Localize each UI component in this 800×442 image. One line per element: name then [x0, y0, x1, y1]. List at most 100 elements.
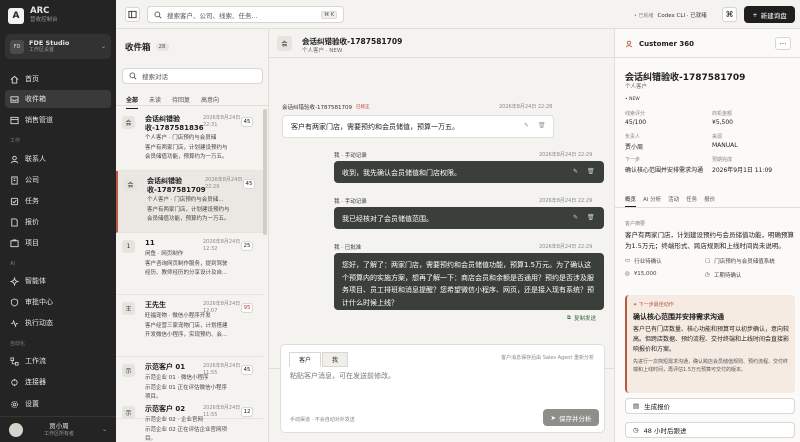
list-item[interactable]: 王 王先生 2026年8月24日 12:07 95 旺福宠物 · 微信小程序开发… — [116, 295, 263, 357]
list-item[interactable]: 示 示范客户 02 2026年8月24日 11:55 12 示范企业 02 · … — [116, 399, 263, 442]
conversation-preview: 客户咨询网页制作服务，提到驾驶 — [145, 261, 228, 267]
conversation-subtitle: 个人客户 · NEW — [302, 48, 343, 54]
sidebar-item-inbox[interactable]: 收件箱 — [5, 90, 111, 108]
conversation-meta: 示范企业 02 · 企业官网 — [145, 417, 203, 423]
more-button[interactable]: ··· — [775, 37, 791, 50]
tag-label: 工期待确认 — [713, 273, 742, 279]
edit-icon[interactable]: ✎ — [573, 214, 578, 221]
tab-unread[interactable]: 未读 — [149, 95, 161, 109]
global-search-input[interactable]: 搜索客户、公司、线索、任务... ⌘ K — [147, 6, 344, 23]
sidebar: A ARC 营收控制台 FD FDE Studio 工作区设置 ⌄ 首页 收件箱… — [0, 0, 116, 442]
sidebar-item-projects[interactable]: 项目 — [5, 234, 111, 252]
tab-awaiting-reply[interactable]: 待回复 — [172, 95, 190, 109]
trash-icon[interactable]: 🗑 — [587, 214, 595, 221]
tab-all[interactable]: 全部 — [126, 95, 139, 109]
field-label: 负责人 — [625, 134, 641, 140]
tools-button[interactable]: ⌘ — [722, 7, 737, 22]
sidebar-item-label: 联系人 — [25, 155, 46, 163]
sidebar-item-quotes[interactable]: 报价 — [5, 213, 111, 231]
field-value: MANUAL — [712, 142, 738, 149]
workspace-name: FDE Studio — [29, 39, 70, 47]
sidebar-item-tasks[interactable]: 任务 — [5, 192, 111, 210]
sidebar-item-companies[interactable]: 公司 — [5, 171, 111, 189]
brand-logo: A — [8, 7, 24, 24]
edit-icon[interactable]: ✎ — [524, 122, 529, 129]
conversation-meta: 闲鱼 · 网页制作 — [145, 251, 184, 257]
conversation-panel: 会 会话纠错验收-1787581709 个人客户 · NEW 会话纠错验收-17… — [269, 29, 615, 442]
new-inquiry-button[interactable]: + 新建询盘 — [744, 6, 795, 23]
tab-overview[interactable]: 概览 — [625, 195, 637, 207]
conversation-search-input[interactable]: 搜索对话 — [122, 68, 263, 84]
incoming-message: 客户有两家门店，需要预约和会员储值，预算一万五。 — [282, 115, 554, 138]
sidebar-item-pipeline[interactable]: 销售管道 — [5, 111, 111, 129]
sidebar-item-label: 连接器 — [25, 378, 46, 386]
conversation-preview: 示范企业 01 正在评估微信小程序 — [145, 385, 227, 391]
tab-me[interactable]: 我 — [322, 352, 349, 367]
sidebar-toggle-button[interactable] — [125, 7, 140, 22]
tab-tasks[interactable]: 任务 — [686, 195, 697, 207]
sidebar-item-connectors[interactable]: 连接器 — [5, 373, 111, 391]
score-badge: 95 — [241, 303, 253, 313]
tab-ai-analysis[interactable]: AI 分析 — [643, 195, 661, 207]
copy-send-button[interactable]: ⧉ 复制发送 — [567, 314, 596, 323]
nav-section-label: 自动化 — [10, 341, 26, 347]
timeline-tag: ◷ 工期待确认 — [705, 271, 741, 279]
conversation-name: 会话纠错验收-1787581709 — [147, 177, 206, 194]
tab-high-intent[interactable]: 高意向 — [201, 95, 219, 109]
search-icon — [129, 72, 137, 80]
message-time: 2026年8月24日 22:28 — [499, 104, 553, 110]
conversation-preview: 客户有两家门店，计划建设预约与 — [145, 145, 228, 151]
product-tag: ▢ 门店预约与会员储值系统 — [705, 257, 775, 265]
copy-icon: ⧉ — [567, 314, 571, 321]
list-item[interactable]: 会 会话纠错验收-1787581836 2026年8月24日 22:31 45 … — [116, 109, 263, 171]
tab-customer[interactable]: 客户 — [289, 352, 322, 367]
list-item[interactable]: 会 会话纠错验收-1787581709 2026年8月24日 22:29 45 … — [116, 171, 263, 233]
activity-icon — [10, 319, 19, 327]
outgoing-message: 您好，了解了：两家门店，需要预约和会员储值功能，预算1.5万元。为了确认这个预算… — [334, 253, 604, 310]
composer-role-tabs: 客户 我 — [289, 352, 349, 367]
tab-quotes[interactable]: 报价 — [704, 195, 715, 207]
sidebar-item-activity[interactable]: 执行动态 — [5, 314, 111, 332]
home-icon — [10, 75, 19, 84]
inbox-scrollbar[interactable] — [263, 109, 267, 235]
message-input[interactable]: 粘贴客户消息，可在发送前修改。 — [290, 371, 395, 381]
composer-hint: 客户消息保存后由 Sales Agent 重新分析 — [501, 355, 594, 361]
user-name: 贾小周 — [49, 422, 69, 430]
money-icon: ◎ — [625, 271, 630, 277]
sidebar-item-agents[interactable]: 智能体 — [5, 272, 111, 290]
building-icon — [11, 175, 18, 185]
box-icon: ▢ — [705, 258, 711, 264]
sidebar-item-label: 智能体 — [25, 277, 46, 285]
tab-activity[interactable]: 活动 — [668, 195, 679, 207]
generate-quote-button[interactable]: ▤ 生成报价 — [625, 398, 795, 414]
conversation-name: 示范客户 02 — [145, 405, 186, 413]
sidebar-item-workflows[interactable]: 工作流 — [5, 352, 111, 370]
workspace-switcher[interactable]: FD FDE Studio 工作区设置 ⌄ — [5, 34, 111, 59]
tag-label: 门店预约与会员储值系统 — [714, 259, 775, 265]
command-icon: ⌘ — [725, 10, 734, 19]
inbox-count-badge: 28 — [155, 43, 169, 51]
user-menu[interactable]: 贾小周 工作区所有者 ⌄ — [0, 416, 116, 442]
save-analyze-button[interactable]: ➤ 保存并分析 — [543, 409, 599, 426]
sidebar-item-approvals[interactable]: 审批中心 — [5, 293, 111, 311]
list-item[interactable]: 1 11 2026年8月24日 12:32 25 闲鱼 · 网页制作 客户咨询网… — [116, 233, 263, 295]
sidebar-item-settings[interactable]: 设置 — [5, 395, 111, 413]
outgoing-message: 收到，我先确认会员储值和门店权限。 — [334, 161, 604, 183]
follow-up-button[interactable]: ◷ 48 小时后跟进 — [625, 422, 795, 438]
conversation-preview: 目。 — [145, 436, 157, 442]
message-sender: 我 · 已批准 — [334, 245, 362, 251]
trash-icon[interactable]: 🗑 — [587, 168, 595, 175]
conversation-time: 2026年8月24日 22:31 — [203, 115, 241, 128]
inbox-title: 收件箱 — [125, 43, 151, 53]
summary-label: 客户摘要 — [625, 221, 646, 227]
app-window: A ARC 营收控制台 FD FDE Studio 工作区设置 ⌄ 首页 收件箱… — [0, 0, 800, 442]
budget-tag: ◎ ¥15,000 — [625, 271, 657, 277]
conversation-name: 11 — [145, 239, 155, 247]
trash-icon[interactable]: 🗑 — [538, 122, 546, 129]
message-sender: 我 · 手动记录 — [334, 199, 367, 205]
sidebar-item-home[interactable]: 首页 — [5, 70, 111, 88]
edit-icon[interactable]: ✎ — [573, 168, 578, 175]
sidebar-item-contacts[interactable]: 联系人 — [5, 150, 111, 168]
customer-summary: 客户有两家门店，计划建设预约与会员储值功能，明确预算为1.5万元；终端形式、跨店… — [625, 231, 794, 250]
conversation-preview: 经历、教师经历的分享设计及自... — [145, 270, 228, 276]
